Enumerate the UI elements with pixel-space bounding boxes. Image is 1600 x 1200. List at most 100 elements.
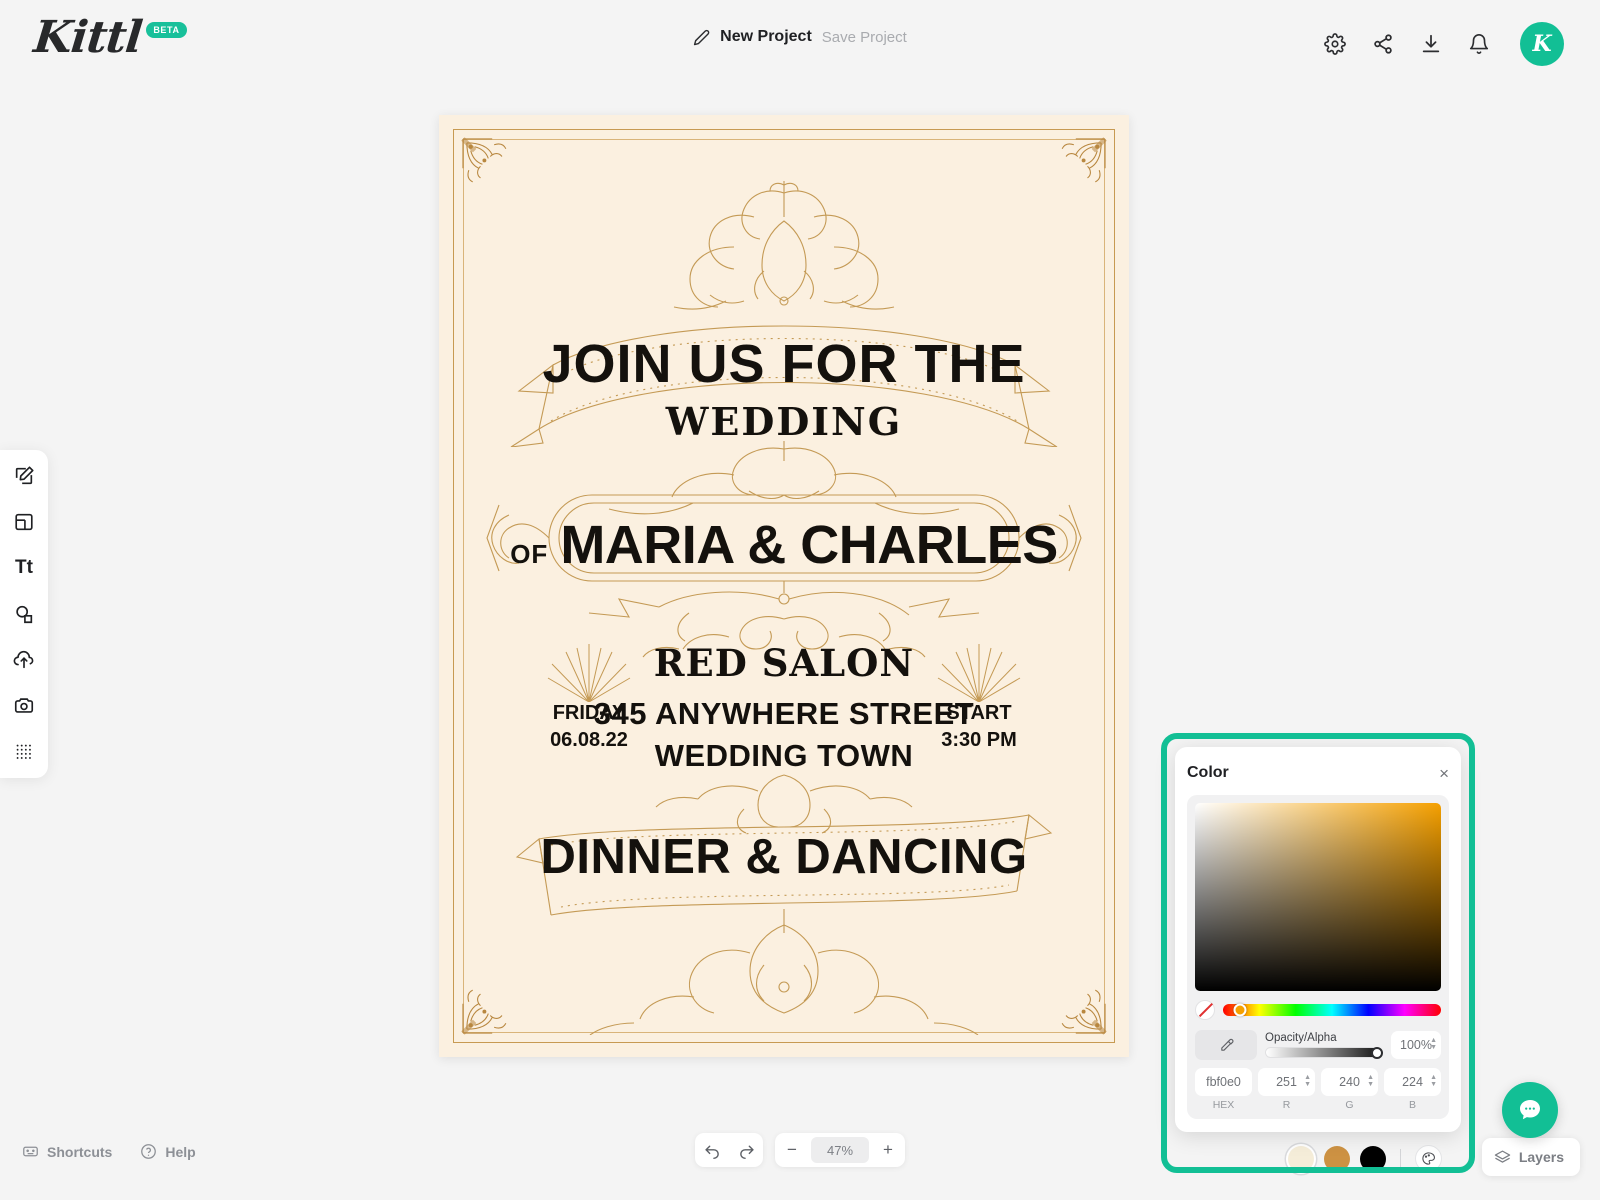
zoom-controls: − 47% + bbox=[775, 1133, 905, 1167]
history-controls bbox=[695, 1133, 763, 1167]
layers-button[interactable]: Layers bbox=[1481, 1138, 1580, 1176]
templates-icon bbox=[15, 513, 33, 531]
canvas-text-date: 06.08.22 bbox=[550, 729, 628, 751]
undo-button[interactable] bbox=[695, 1133, 729, 1167]
g-value: 240 bbox=[1339, 1075, 1360, 1089]
opacity-label: Opacity/Alpha bbox=[1265, 1032, 1337, 1044]
r-value: 251 bbox=[1276, 1075, 1297, 1089]
g-input[interactable]: 240 ▲ ▼ bbox=[1321, 1068, 1378, 1096]
b-value: 224 bbox=[1402, 1075, 1423, 1089]
stepper-icon[interactable]: ▲ ▼ bbox=[1367, 1074, 1374, 1088]
pencil-icon[interactable] bbox=[693, 29, 710, 46]
layers-label: Layers bbox=[1518, 1149, 1564, 1165]
patterns-icon bbox=[16, 744, 31, 759]
zoom-in-button[interactable]: + bbox=[871, 1133, 905, 1167]
no-color-button[interactable] bbox=[1195, 1000, 1215, 1020]
sidebar-item-elements[interactable] bbox=[10, 600, 38, 628]
palette-button[interactable] bbox=[1415, 1145, 1442, 1172]
color-panel-title: Color bbox=[1187, 764, 1229, 781]
canvas-text-start-time: 3:30 PM bbox=[941, 729, 1017, 751]
help-icon bbox=[141, 1144, 157, 1159]
b-field-cell: 224 ▲ ▼ B bbox=[1384, 1068, 1441, 1111]
canvas-text-join[interactable]: JOIN US FOR THE bbox=[439, 337, 1129, 391]
opacity-row: Opacity/Alpha 100% ▲ ▼ bbox=[1195, 1030, 1441, 1060]
r-input[interactable]: 251 ▲ ▼ bbox=[1258, 1068, 1315, 1096]
opacity-slider[interactable] bbox=[1265, 1046, 1383, 1059]
notifications-icon[interactable] bbox=[1468, 33, 1490, 55]
stepper-icon[interactable]: ▲ ▼ bbox=[1430, 1037, 1437, 1051]
hue-row bbox=[1195, 1000, 1441, 1020]
kittl-logo[interactable]: Kittl BETA bbox=[31, 12, 187, 63]
design-canvas[interactable]: JOIN US FOR THE WEDDING OF MARIA & CHARL… bbox=[439, 115, 1129, 1057]
b-label: B bbox=[1408, 1099, 1416, 1111]
canvas-text-venue[interactable]: RED SALON bbox=[439, 645, 1129, 682]
g-label: G bbox=[1345, 1099, 1354, 1111]
stepper-icon[interactable]: ▲ ▼ bbox=[1430, 1074, 1437, 1088]
sidebar-item-templates[interactable] bbox=[10, 508, 38, 536]
help-button[interactable]: Help bbox=[140, 1143, 196, 1160]
swatch-black[interactable] bbox=[1360, 1145, 1386, 1172]
opacity-value: 100% bbox=[1400, 1038, 1432, 1052]
keyboard-icon bbox=[23, 1146, 38, 1157]
sidebar-item-uploads[interactable] bbox=[10, 646, 38, 674]
save-project-button[interactable]: Save Project bbox=[822, 29, 907, 46]
share-icon[interactable] bbox=[1372, 33, 1394, 55]
sidebar-item-text[interactable]: Tt bbox=[10, 554, 38, 582]
undo-arrow-icon bbox=[704, 1145, 719, 1159]
shortcuts-button[interactable]: Shortcuts bbox=[22, 1143, 112, 1160]
zoom-level[interactable]: 47% bbox=[811, 1137, 869, 1163]
logo-wordmark: Kittl bbox=[31, 12, 145, 63]
swatch-bar bbox=[1288, 1145, 1442, 1172]
redo-arrow-icon bbox=[739, 1145, 754, 1159]
canvas-text-of: OF bbox=[510, 539, 549, 569]
zoom-out-button[interactable]: − bbox=[775, 1133, 809, 1167]
avatar[interactable]: K bbox=[1520, 22, 1564, 66]
close-icon[interactable]: × bbox=[1439, 765, 1449, 782]
project-title-group: New Project Save Project bbox=[693, 28, 907, 46]
eyedropper-button[interactable] bbox=[1195, 1030, 1257, 1060]
settings-icon[interactable] bbox=[1324, 33, 1346, 55]
chat-button[interactable] bbox=[1502, 1082, 1558, 1138]
sidebar-item-design[interactable] bbox=[10, 462, 38, 490]
project-name[interactable]: New Project bbox=[720, 28, 812, 46]
canvas-text-wedding[interactable]: WEDDING bbox=[439, 403, 1129, 441]
canvas-text-footer[interactable]: DINNER & DANCING bbox=[439, 833, 1129, 882]
app-header: Kittl BETA New Project Save Project K bbox=[0, 0, 1600, 84]
stepper-icon[interactable]: ▲ ▼ bbox=[1304, 1074, 1311, 1088]
canvas-text-names-row[interactable]: OF MARIA & CHARLES bbox=[439, 518, 1129, 572]
canvas-text-names: MARIA & CHARLES bbox=[560, 515, 1058, 575]
corner-ornament-icon bbox=[461, 989, 507, 1035]
saturation-value-area[interactable] bbox=[1195, 803, 1441, 991]
hue-slider-handle[interactable] bbox=[1233, 1003, 1247, 1017]
frame-inner-border bbox=[463, 139, 1105, 1033]
swatch-cream[interactable] bbox=[1288, 1145, 1314, 1172]
opacity-control: Opacity/Alpha bbox=[1265, 1032, 1383, 1059]
canvas-text-date-block[interactable]: FRIDAY 06.08.22 bbox=[529, 700, 649, 754]
layers-icon bbox=[1494, 1149, 1511, 1163]
canvas-text-day: FRIDAY bbox=[552, 702, 626, 724]
sidebar-item-patterns[interactable] bbox=[10, 738, 38, 766]
swatch-gold[interactable] bbox=[1324, 1145, 1350, 1172]
beta-badge: BETA bbox=[146, 22, 187, 38]
redo-button[interactable] bbox=[729, 1133, 763, 1167]
opacity-slider-handle[interactable] bbox=[1371, 1046, 1383, 1059]
uploads-icon bbox=[13, 650, 34, 669]
canvas-text-time-block[interactable]: START 3:30 PM bbox=[919, 700, 1039, 754]
invitation-design: JOIN US FOR THE WEDDING OF MARIA & CHARL… bbox=[439, 115, 1129, 1057]
design-icon bbox=[15, 466, 34, 485]
color-fields-row: fbf0e0 HEX 251 ▲ ▼ R 240 ▲ ▼ G 224 ▲ ▼ B bbox=[1195, 1068, 1441, 1111]
hex-value: fbf0e0 bbox=[1206, 1075, 1241, 1089]
hue-slider[interactable] bbox=[1223, 1003, 1441, 1017]
photos-icon bbox=[14, 698, 34, 713]
opacity-value-field[interactable]: 100% ▲ ▼ bbox=[1391, 1031, 1441, 1059]
sidebar-item-photos[interactable] bbox=[10, 692, 38, 720]
eyedropper-icon bbox=[1220, 1038, 1233, 1051]
b-input[interactable]: 224 ▲ ▼ bbox=[1384, 1068, 1441, 1096]
corner-ornament-icon bbox=[461, 137, 507, 183]
corner-ornament-icon bbox=[1061, 137, 1107, 183]
download-icon[interactable] bbox=[1420, 33, 1442, 55]
color-picker-panel[interactable]: Color × Opacity/Alpha 100% ▲ ▼ fbf0e0 HE… bbox=[1175, 747, 1461, 1132]
corner-ornament-icon bbox=[1061, 989, 1107, 1035]
header-actions: K bbox=[1324, 22, 1564, 66]
hex-input[interactable]: fbf0e0 bbox=[1195, 1068, 1252, 1096]
